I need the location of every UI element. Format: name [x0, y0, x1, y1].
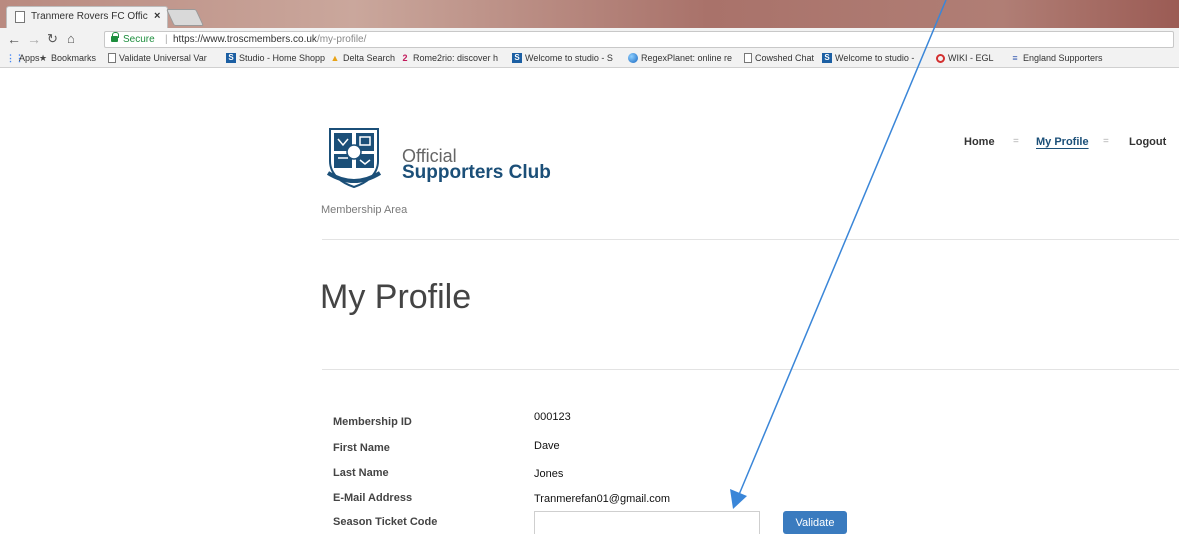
- bookmark-label: England Supporters: [1023, 53, 1103, 63]
- bookmark-label: Cowshed Chat: [755, 53, 815, 63]
- bookmark-validate[interactable]: Validate Universal Var: [108, 53, 207, 63]
- studio-icon: S: [822, 53, 832, 63]
- season-ticket-code-input[interactable]: [534, 511, 760, 534]
- bookmark-rome2rio[interactable]: 2 Rome2rio: discover h: [400, 53, 498, 63]
- bookmark-label: Rome2rio: discover h: [413, 53, 499, 63]
- first-name-value: Dave: [534, 440, 560, 452]
- bookmark-label: Studio - Home Shopp: [239, 53, 326, 63]
- bookmark-label: WIKI - EGL: [948, 53, 994, 63]
- nav-my-profile[interactable]: My Profile: [1036, 136, 1089, 148]
- new-tab-button[interactable]: [166, 9, 204, 26]
- reload-icon[interactable]: ↻: [47, 31, 58, 47]
- browser-toolbar: ← → ↻ ⌂ Secure | https://www.troscmember…: [0, 28, 1179, 50]
- england-icon: ≡: [1012, 53, 1018, 63]
- forward-arrow-icon[interactable]: →: [27, 31, 41, 47]
- first-name-label: First Name: [333, 442, 390, 454]
- email-value: Tranmerefan01@gmail.com: [534, 493, 671, 505]
- apps-icon: ⋮⋮: [6, 53, 24, 63]
- bookmark-label: Delta Search: [343, 53, 396, 63]
- bookmarks-bar: ⋮⋮ Apps ★ Bookmarks Validate Universal Var…: [0, 50, 1179, 68]
- bookmark-regexplanet[interactable]: RegexPlanet: online re: [628, 53, 732, 63]
- bookmark-label: Apps: [19, 53, 40, 63]
- tab-strip: Tranmere Rovers FC Offic ×: [0, 0, 1179, 28]
- lock-icon: [111, 32, 119, 42]
- studio-icon: S: [512, 53, 522, 63]
- season-ticket-code-label: Season Ticket Code: [333, 516, 438, 528]
- tab-title: Tranmere Rovers FC Offic: [31, 11, 148, 22]
- page-icon: [15, 11, 25, 23]
- home-icon[interactable]: ⌂: [67, 31, 75, 46]
- page-icon: [108, 53, 116, 63]
- brand-supporters-club: Supporters Club: [402, 162, 551, 183]
- address-bar[interactable]: Secure | https://www.troscmembers.co.uk/…: [104, 31, 1174, 48]
- nav-separator: =: [1013, 136, 1019, 147]
- bookmark-label: Welcome to studio -: [835, 53, 915, 63]
- bookmark-england[interactable]: ≡ England Supporters: [1010, 53, 1103, 63]
- url-host: https://www.troscmembers.co.uk: [173, 34, 317, 45]
- wiki-icon: [936, 53, 945, 63]
- last-name-value: Jones: [534, 468, 564, 480]
- membership-area-label: Membership Area: [321, 204, 408, 216]
- bookmark-studio-welcome[interactable]: S Welcome to studio - S: [512, 53, 613, 63]
- bookmark-wiki[interactable]: WIKI - EGL: [936, 53, 994, 63]
- delta-icon: ▲: [330, 53, 340, 63]
- close-tab-icon[interactable]: ×: [154, 10, 160, 22]
- membership-id-label: Membership ID: [333, 416, 412, 428]
- studio-icon: S: [226, 53, 236, 63]
- validate-button[interactable]: Validate: [783, 511, 847, 534]
- bookmark-label: Welcome to studio - S: [525, 53, 613, 63]
- page-title: My Profile: [320, 278, 472, 316]
- email-label: E-Mail Address: [333, 492, 413, 504]
- secure-label: Secure: [123, 34, 155, 45]
- url-path: /my-profile/: [316, 34, 367, 45]
- url-text: https://www.troscmembers.co.uk/my-profil…: [173, 32, 366, 47]
- rome2rio-icon: 2: [402, 53, 408, 63]
- title-divider: [322, 369, 1179, 370]
- bookmark-delta[interactable]: ▲ Delta Search: [330, 53, 396, 63]
- nav-logout[interactable]: Logout: [1129, 136, 1166, 148]
- back-arrow-icon[interactable]: ←: [7, 31, 21, 47]
- nav-home[interactable]: Home: [964, 136, 995, 148]
- bookmark-apps[interactable]: ⋮⋮ Apps: [6, 53, 40, 63]
- address-separator: |: [165, 34, 168, 45]
- annotation-arrow: [730, 0, 947, 509]
- club-crest-logo[interactable]: [326, 127, 382, 189]
- header-divider: [322, 239, 1179, 240]
- browser-tab[interactable]: Tranmere Rovers FC Offic ×: [6, 6, 168, 28]
- star-icon: ★: [38, 53, 48, 63]
- bookmark-studio-welcome-2[interactable]: S Welcome to studio -: [822, 53, 914, 63]
- screenshot: Tranmere Rovers FC Offic × ← → ↻ ⌂ Secur…: [0, 0, 1179, 534]
- page-icon: [744, 53, 752, 63]
- last-name-label: Last Name: [333, 467, 389, 479]
- bookmark-bookmarks[interactable]: ★ Bookmarks: [38, 53, 96, 63]
- membership-id-value: 000123: [534, 411, 571, 423]
- bookmark-cowshed[interactable]: Cowshed Chat: [744, 53, 814, 63]
- globe-icon: [628, 53, 638, 63]
- bookmark-studio-home[interactable]: S Studio - Home Shopp: [226, 53, 325, 63]
- bookmark-label: Validate Universal Var: [119, 53, 207, 63]
- bookmark-label: RegexPlanet: online re: [641, 53, 733, 63]
- bookmark-label: Bookmarks: [51, 53, 97, 63]
- nav-separator: =: [1103, 136, 1109, 147]
